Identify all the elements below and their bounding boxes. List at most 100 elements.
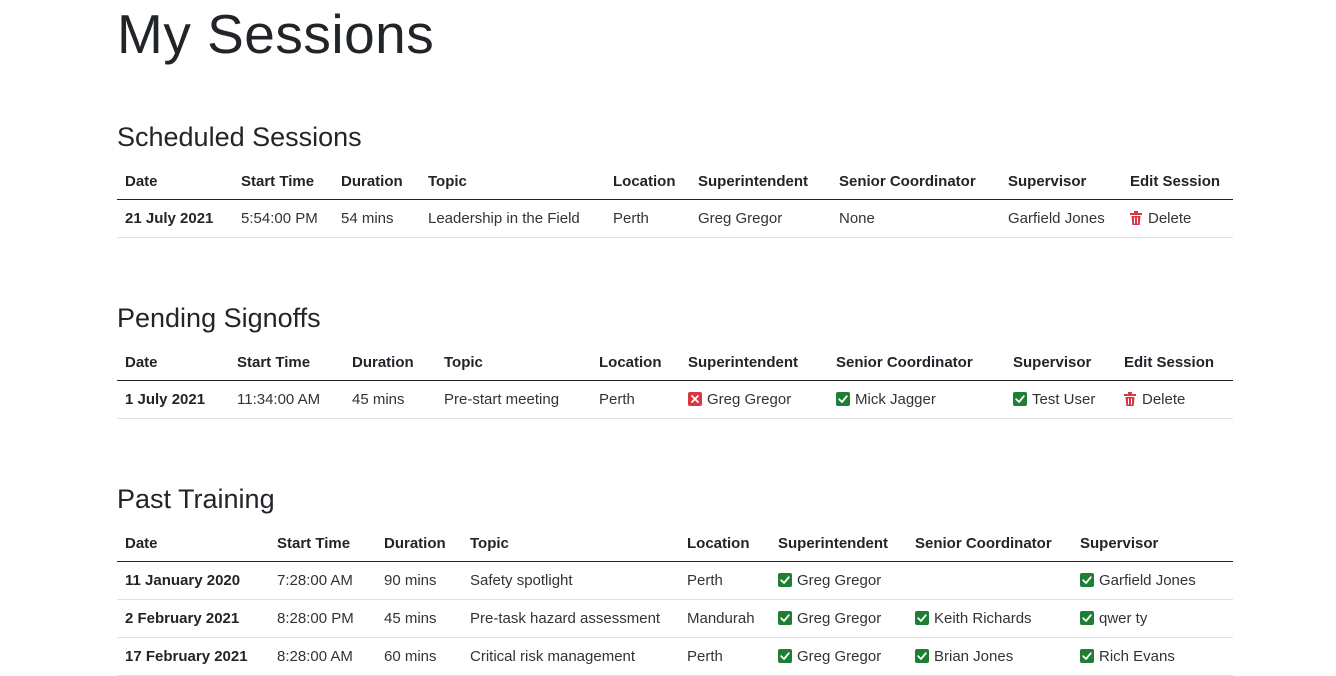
- session-duration: 54 mins: [333, 199, 420, 238]
- approved-check-icon: [778, 611, 792, 625]
- column-header: Location: [679, 525, 770, 562]
- session-coordinator: Keith Richards: [907, 599, 1072, 638]
- table-header-row: Date Start Time Duration Topic Location …: [117, 344, 1233, 381]
- delete-label: Delete: [1142, 391, 1186, 408]
- column-header: Duration: [333, 163, 420, 200]
- page-container: My Sessions Scheduled Sessions Date Star…: [117, 0, 1233, 676]
- trash-icon: [1130, 211, 1142, 225]
- column-header: Duration: [376, 525, 462, 562]
- delete-session-button[interactable]: Delete: [1130, 210, 1191, 227]
- column-header: Edit Session: [1116, 344, 1233, 381]
- superintendent-name: Greg Gregor: [707, 391, 792, 408]
- approved-check-icon: [778, 573, 792, 587]
- session-start-time: 11:34:00 AM: [229, 380, 344, 419]
- supervisor-name: Test User: [1032, 391, 1096, 408]
- session-start-time: 7:28:00 AM: [269, 561, 376, 600]
- column-header: Edit Session: [1122, 163, 1233, 200]
- approved-check-icon: [836, 392, 850, 406]
- column-header: Superintendent: [770, 525, 907, 562]
- delete-session-button[interactable]: Delete: [1124, 391, 1185, 408]
- session-superintendent: Greg Gregor: [770, 637, 907, 676]
- delete-label: Delete: [1148, 210, 1192, 227]
- session-duration: 45 mins: [344, 380, 436, 419]
- session-topic: Safety spotlight: [462, 561, 679, 600]
- session-location: Mandurah: [679, 599, 770, 638]
- superintendent-name: Greg Gregor: [797, 610, 882, 627]
- past-training-section: Past Training Date Start Time Duration T…: [117, 482, 1233, 676]
- session-start-time: 8:28:00 AM: [269, 637, 376, 676]
- coordinator-name: Mick Jagger: [855, 391, 936, 408]
- column-header: Supervisor: [1005, 344, 1116, 381]
- supervisor-name: Rich Evans: [1099, 648, 1175, 665]
- session-date: 21 July 2021: [117, 199, 233, 238]
- session-duration: 45 mins: [376, 599, 462, 638]
- session-superintendent: Greg Gregor: [680, 380, 828, 419]
- column-header: Supervisor: [1000, 163, 1122, 200]
- session-superintendent: Greg Gregor: [770, 599, 907, 638]
- session-superintendent: Greg Gregor: [690, 199, 831, 238]
- session-supervisor: qwer ty: [1072, 599, 1233, 638]
- column-header: Start Time: [233, 163, 333, 200]
- session-location: Perth: [605, 199, 690, 238]
- session-supervisor: Garfield Jones: [1072, 561, 1233, 600]
- rejected-x-icon: [688, 392, 702, 406]
- coordinator-name: Keith Richards: [934, 610, 1032, 627]
- column-header: Location: [605, 163, 690, 200]
- session-start-time: 8:28:00 PM: [269, 599, 376, 638]
- approved-check-icon: [1080, 649, 1094, 663]
- page-title: My Sessions: [117, 3, 435, 65]
- column-header: Senior Coordinator: [831, 163, 1000, 200]
- session-location: Perth: [679, 637, 770, 676]
- column-header: Topic: [420, 163, 605, 200]
- session-supervisor: Rich Evans: [1072, 637, 1233, 676]
- session-coordinator: Brian Jones: [907, 637, 1072, 676]
- table-row: 17 February 2021 8:28:00 AM 60 mins Crit…: [117, 637, 1233, 676]
- table-header-row: Date Start Time Duration Topic Location …: [117, 525, 1233, 562]
- column-header: Date: [117, 525, 269, 562]
- approved-check-icon: [1013, 392, 1027, 406]
- session-coordinator: None: [831, 199, 1000, 238]
- trash-icon: [1124, 392, 1136, 406]
- superintendent-name: Greg Gregor: [797, 572, 882, 589]
- session-start-time: 5:54:00 PM: [233, 199, 333, 238]
- session-date: 1 July 2021: [117, 380, 229, 419]
- edit-session-cell: Delete: [1116, 380, 1233, 419]
- approved-check-icon: [915, 611, 929, 625]
- session-topic: Pre-task hazard assessment: [462, 599, 679, 638]
- session-location: Perth: [591, 380, 680, 419]
- pending-signoffs-heading: Pending Signoffs: [117, 303, 321, 333]
- session-topic: Leadership in the Field: [420, 199, 605, 238]
- column-header: Senior Coordinator: [907, 525, 1072, 562]
- table-row: 21 July 2021 5:54:00 PM 54 mins Leadersh…: [117, 199, 1233, 238]
- scheduled-sessions-section: Scheduled Sessions Date Start Time Durat…: [117, 120, 1233, 238]
- past-training-heading: Past Training: [117, 484, 275, 514]
- column-header: Senior Coordinator: [828, 344, 1005, 381]
- column-header: Supervisor: [1072, 525, 1233, 562]
- table-header-row: Date Start Time Duration Topic Location …: [117, 163, 1233, 200]
- session-supervisor: Test User: [1005, 380, 1116, 419]
- approved-check-icon: [1080, 611, 1094, 625]
- session-date: 11 January 2020: [117, 561, 269, 600]
- table-row: 2 February 2021 8:28:00 PM 45 mins Pre-t…: [117, 599, 1233, 638]
- session-date: 17 February 2021: [117, 637, 269, 676]
- session-location: Perth: [679, 561, 770, 600]
- approved-check-icon: [778, 649, 792, 663]
- column-header: Start Time: [269, 525, 376, 562]
- session-duration: 60 mins: [376, 637, 462, 676]
- scheduled-sessions-table: Date Start Time Duration Topic Location …: [117, 163, 1233, 238]
- column-header: Start Time: [229, 344, 344, 381]
- session-supervisor: Garfield Jones: [1000, 199, 1122, 238]
- superintendent-name: Greg Gregor: [797, 648, 882, 665]
- column-header: Date: [117, 163, 233, 200]
- column-header: Superintendent: [680, 344, 828, 381]
- scheduled-sessions-heading: Scheduled Sessions: [117, 122, 362, 152]
- session-coordinator: Mick Jagger: [828, 380, 1005, 419]
- column-header: Topic: [462, 525, 679, 562]
- table-row: 11 January 2020 7:28:00 AM 90 mins Safet…: [117, 561, 1233, 600]
- pending-signoffs-section: Pending Signoffs Date Start Time Duratio…: [117, 301, 1233, 419]
- coordinator-name: Brian Jones: [934, 648, 1014, 665]
- session-duration: 90 mins: [376, 561, 462, 600]
- approved-check-icon: [915, 649, 929, 663]
- column-header: Duration: [344, 344, 436, 381]
- past-training-table: Date Start Time Duration Topic Location …: [117, 525, 1233, 676]
